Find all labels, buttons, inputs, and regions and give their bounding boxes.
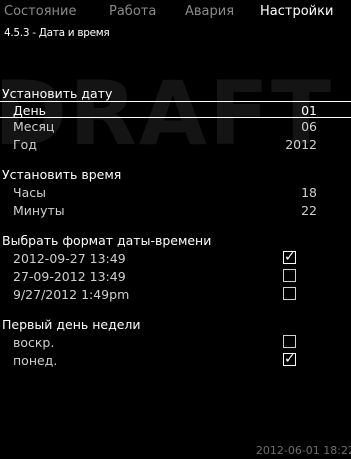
tab-operation[interactable]: Работа — [109, 4, 156, 19]
first-day-option-sunday[interactable]: воскр. — [0, 333, 351, 353]
hours-value: 18 — [301, 185, 317, 200]
breadcrumb: 4.5.3 - Дата и время — [4, 27, 110, 39]
hours-label: Часы — [13, 185, 46, 200]
first-day-option-label: воскр. — [13, 335, 55, 350]
minutes-label: Минуты — [13, 203, 65, 218]
month-row[interactable]: Месяц 06 — [0, 117, 351, 137]
year-row[interactable]: Год 2012 — [0, 135, 351, 155]
format-header: Выбрать формат даты-времени — [0, 231, 351, 251]
format-title: Выбрать формат даты-времени — [2, 233, 212, 248]
day-label: День — [13, 103, 46, 118]
set-time-title: Установить время — [2, 167, 122, 182]
format-option-3[interactable]: 9/27/2012 1:49pm — [0, 285, 351, 305]
monday-checkbox[interactable]: ✓ — [283, 352, 296, 366]
year-value: 2012 — [285, 137, 317, 152]
set-time-header: Установить время — [0, 165, 351, 185]
day-value: 01 — [301, 103, 317, 118]
set-date-title: Установить дату — [2, 86, 113, 101]
month-label: Месяц — [13, 119, 55, 134]
tab-settings[interactable]: Настройки — [260, 4, 333, 19]
sunday-checkbox[interactable] — [283, 335, 296, 348]
minutes-row[interactable]: Минуты 22 — [0, 201, 351, 221]
day-row[interactable]: День 01 — [0, 101, 351, 118]
year-label: Год — [13, 137, 37, 152]
tab-bar: Состояние Работа Авария Настройки — [0, 0, 351, 24]
tab-status[interactable]: Состояние — [4, 4, 76, 19]
format-checkbox-2[interactable] — [283, 269, 296, 282]
month-value: 06 — [301, 119, 317, 134]
format-option-1[interactable]: 2012-09-27 13:49 ✓ — [0, 249, 351, 269]
format-option-2[interactable]: 27-09-2012 13:49 — [0, 267, 351, 287]
first-day-option-label: понед. — [13, 353, 58, 368]
tab-alarm[interactable]: Авария — [185, 4, 234, 19]
hours-row[interactable]: Часы 18 — [0, 183, 351, 203]
format-checkbox-3[interactable] — [283, 287, 296, 300]
format-option-label: 27-09-2012 13:49 — [13, 269, 126, 284]
first-day-header: Первый день недели — [0, 315, 351, 335]
minutes-value: 22 — [301, 203, 317, 218]
format-checkbox-1[interactable]: ✓ — [283, 250, 296, 264]
footer-datetime: 2012-06-01 18:22 — [255, 444, 351, 457]
first-day-option-monday[interactable]: понед. ✓ — [0, 351, 351, 371]
format-option-label: 9/27/2012 1:49pm — [13, 287, 130, 302]
first-day-title: Первый день недели — [2, 317, 141, 332]
format-option-label: 2012-09-27 13:49 — [13, 251, 126, 266]
